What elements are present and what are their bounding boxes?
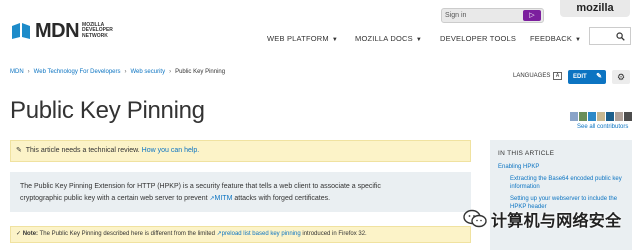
caret-down-icon: ▼ bbox=[331, 37, 338, 43]
breadcrumb-link-web-technology[interactable]: Web Technology For Developers bbox=[34, 69, 121, 75]
intro-text: attacks with forged certificates. bbox=[234, 194, 331, 202]
breadcrumb-separator: › bbox=[124, 69, 127, 75]
note-text: The Public Key Pinning described here is… bbox=[39, 231, 215, 237]
intro-paragraph: The Public Key Pinning Extension for HTT… bbox=[10, 172, 471, 212]
edit-button[interactable]: EDIT ✎ bbox=[568, 70, 606, 84]
banner-text: This article needs a technical review. bbox=[25, 147, 140, 154]
signin-icon: ▷ bbox=[529, 12, 535, 19]
see-all-contributors-link[interactable]: See all contributors bbox=[577, 124, 628, 130]
caret-down-icon: ▼ bbox=[575, 37, 582, 43]
note-box: ✓ Note: The Public Key Pinning described… bbox=[10, 226, 471, 243]
nav-label: DEVELOPER TOOLS bbox=[440, 34, 517, 43]
edit-label: EDIT bbox=[573, 74, 587, 80]
breadcrumb: MDN › Web Technology For Developers › Web se… bbox=[10, 69, 225, 75]
avatar[interactable] bbox=[606, 112, 614, 121]
breadcrumb-link-mdn[interactable]: MDN bbox=[10, 69, 24, 75]
mozilla-tab[interactable]: mozilla bbox=[560, 0, 630, 17]
nav-mozilla-docs[interactable]: MOZILLA DOCS ▼ bbox=[355, 34, 422, 43]
avatar[interactable] bbox=[615, 112, 623, 121]
how-you-can-help-link[interactable]: How you can help. bbox=[142, 147, 200, 154]
logo-subtitle: MOZILLA DEVELOPER NETWORK bbox=[82, 21, 113, 39]
nav-developer-tools[interactable]: DEVELOPER TOOLS bbox=[440, 34, 516, 43]
wechat-icon bbox=[463, 209, 487, 229]
breadcrumb-separator: › bbox=[27, 69, 30, 75]
avatar[interactable] bbox=[624, 112, 632, 121]
table-of-contents: IN THIS ARTICLE Enabling HPKP Extracting… bbox=[490, 140, 632, 250]
breadcrumb-link-web-security[interactable]: Web security bbox=[131, 69, 166, 75]
wechat-watermark: 计算机与网络安全 bbox=[463, 207, 628, 231]
intro-line: cryptographic public key with a certain … bbox=[20, 193, 461, 206]
avatar[interactable] bbox=[588, 112, 596, 121]
contributor-avatars bbox=[570, 112, 632, 122]
nav-web-platform[interactable]: WEB PLATFORM ▼ bbox=[267, 34, 338, 43]
avatar[interactable] bbox=[570, 112, 578, 121]
technical-review-banner: ✎ This article needs a technical review.… bbox=[10, 140, 471, 162]
nav-label: FEEDBACK bbox=[530, 34, 573, 43]
avatar[interactable] bbox=[597, 112, 605, 121]
nav-label: WEB PLATFORM bbox=[267, 34, 329, 43]
persona-signin-button[interactable]: ▷ bbox=[523, 10, 541, 21]
languages-icon[interactable]: A bbox=[553, 72, 562, 80]
note-suffix: introduced in Firefox 32. bbox=[302, 231, 367, 237]
mitm-link[interactable]: MITM bbox=[215, 195, 233, 202]
pencil-icon: ✎ bbox=[596, 73, 602, 80]
search-input[interactable] bbox=[589, 27, 631, 45]
breadcrumb-separator: › bbox=[169, 69, 172, 75]
intro-text: cryptographic public key with a certain … bbox=[20, 194, 208, 202]
note-check-icon: ✓ bbox=[16, 231, 22, 237]
mdn-logo-icon bbox=[10, 22, 32, 40]
intro-line: The Public Key Pinning Extension for HTT… bbox=[20, 183, 381, 190]
nav-feedback[interactable]: FEEDBACK ▼ bbox=[530, 34, 581, 43]
page-title: Public Key Pinning bbox=[10, 97, 205, 124]
nav-label: MOZILLA DOCS bbox=[355, 34, 413, 43]
note-label: Note: bbox=[22, 231, 39, 237]
settings-button[interactable]: ⚙ bbox=[612, 70, 630, 84]
search-icon bbox=[616, 32, 625, 41]
gear-icon: ⚙ bbox=[616, 72, 626, 82]
languages-label[interactable]: LANGUAGES bbox=[513, 73, 550, 79]
toc-item-extracting-key[interactable]: Extracting the Base64 encoded public key… bbox=[498, 175, 624, 191]
avatar[interactable] bbox=[579, 112, 587, 121]
mdn-logo[interactable]: MDN MOZILLA DEVELOPER NETWORK bbox=[10, 20, 126, 42]
toc-item-enabling-hpkp[interactable]: Enabling HPKP bbox=[498, 163, 624, 171]
caret-down-icon: ▼ bbox=[415, 37, 422, 43]
breadcrumb-current: Public Key Pinning bbox=[175, 69, 226, 75]
preload-list-link[interactable]: preload list based key pinning bbox=[222, 231, 301, 237]
toc-title: IN THIS ARTICLE bbox=[498, 150, 555, 157]
edit-note-icon: ✎ bbox=[16, 147, 22, 154]
logo-text: MDN bbox=[35, 20, 80, 42]
watermark-text: 计算机与网络安全 bbox=[491, 213, 622, 230]
